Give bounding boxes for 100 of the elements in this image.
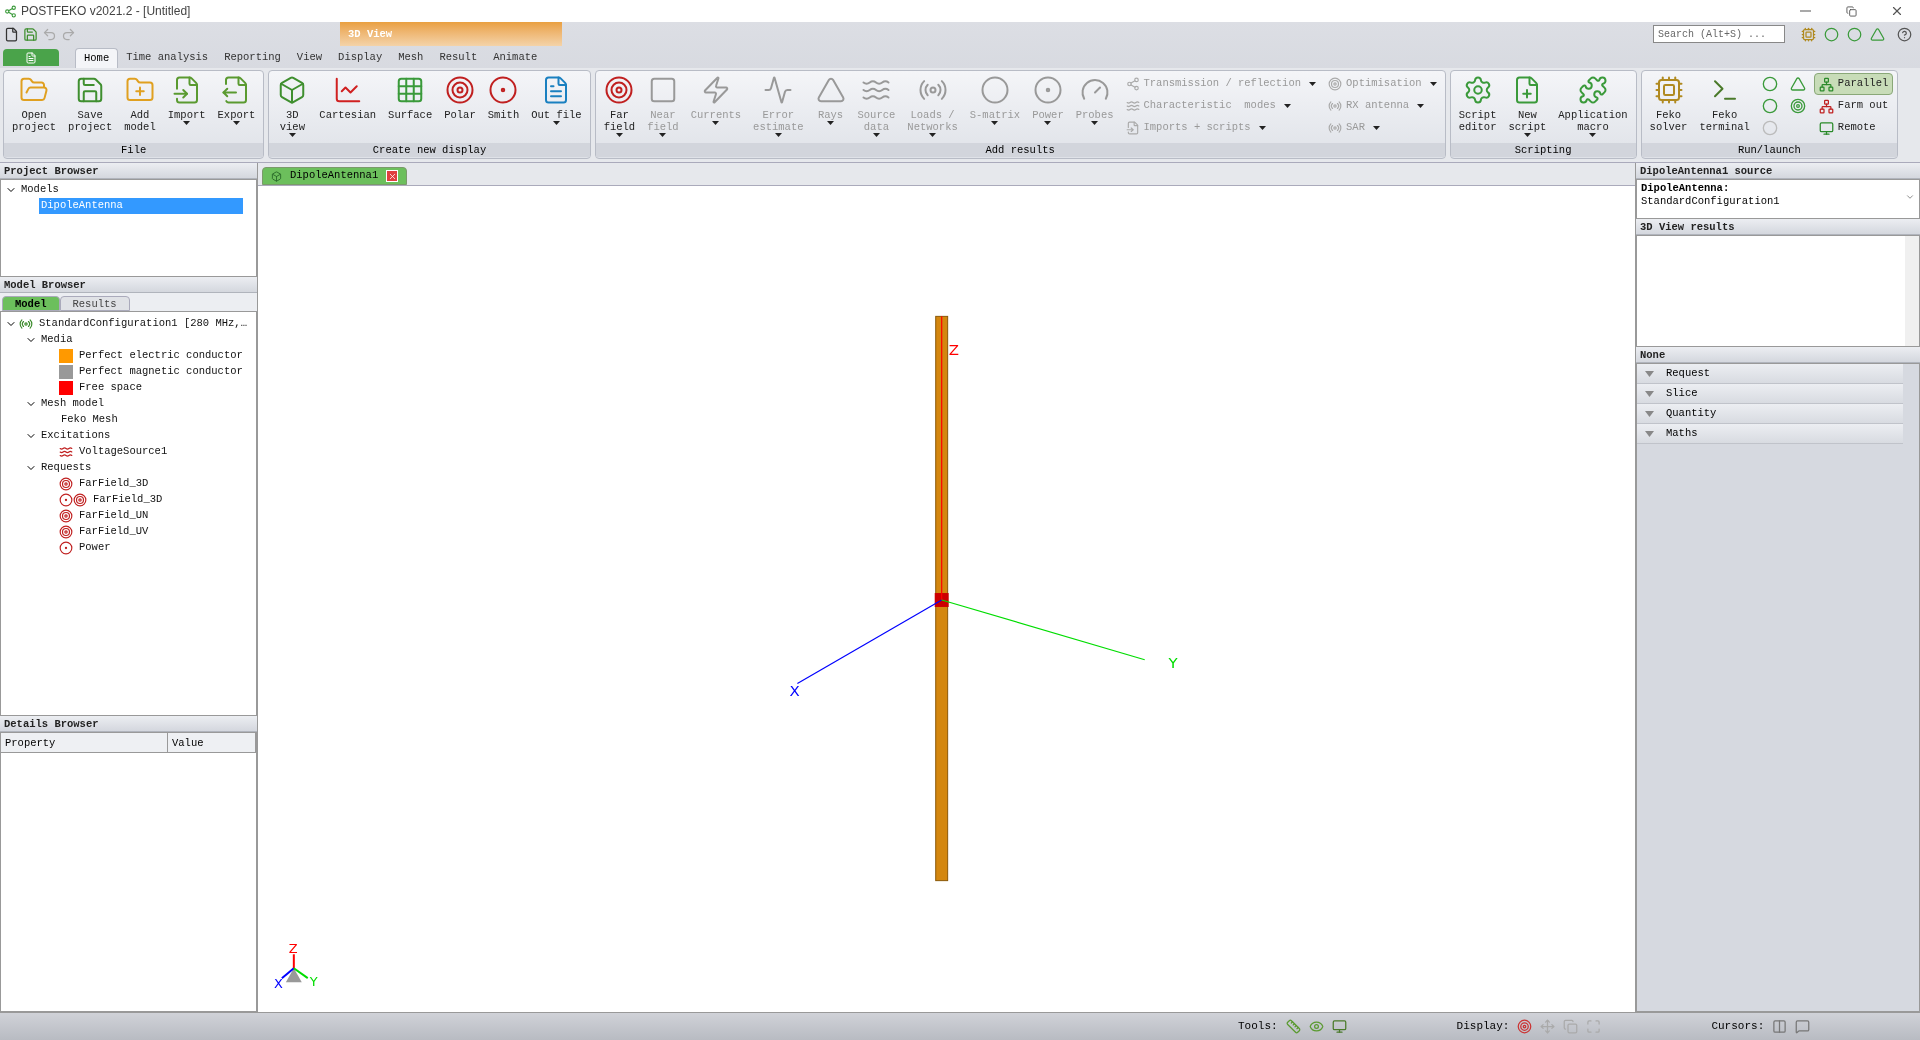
ribbon-tab[interactable]: Reporting — [216, 48, 289, 68]
power-icon — [59, 541, 73, 555]
ribbon-button[interactable]: 3D view — [273, 71, 312, 143]
ribbon-button[interactable]: Import — [163, 71, 210, 143]
tree-item[interactable]: FarField_UV — [77, 524, 151, 540]
tree-item[interactable]: Requests — [39, 460, 94, 476]
ribbon-button[interactable]: Add model — [120, 71, 160, 143]
ribbon-tab[interactable]: Result — [431, 48, 486, 68]
configuration-name: StandardConfiguration1 — [1641, 195, 1781, 208]
power-far-field-icon — [59, 493, 87, 507]
ribbon-button[interactable]: Export — [213, 71, 260, 143]
polar-icon — [444, 75, 475, 105]
dropdown-icon — [1905, 192, 1915, 202]
tree-item[interactable]: StandardConfiguration1 [280 MHz,… — [37, 316, 249, 332]
measure-icon[interactable] — [1285, 1019, 1301, 1034]
source-selector[interactable]: DipoleAntenna: StandardConfiguration1 — [1636, 179, 1920, 219]
tree-item[interactable]: Perfect magnetic conductor — [77, 364, 245, 380]
panel-tab[interactable]: Results — [59, 296, 130, 311]
tree-item[interactable]: Free space — [77, 380, 144, 396]
toggle-button[interactable]: Farm out — [1813, 95, 1894, 117]
rays-icon — [815, 75, 846, 105]
ribbon-tab[interactable]: Display — [330, 48, 391, 68]
status-label: Display: — [1456, 1019, 1510, 1035]
axis-label: X — [789, 681, 800, 700]
tree-item[interactable]: Media — [39, 332, 75, 348]
source-icon — [59, 445, 73, 459]
axis-triad-drawing — [280, 953, 309, 983]
app-menu-button[interactable] — [3, 49, 59, 66]
tree-item[interactable]: Perfect electric conductor — [77, 348, 245, 364]
caret-icon — [929, 133, 937, 137]
caret-icon — [1091, 121, 1099, 125]
minimize-icon — [1799, 10, 1811, 12]
ribbon-button[interactable]: Application macro — [1554, 71, 1632, 143]
cursor-icon[interactable] — [1772, 1019, 1788, 1034]
toggle-button[interactable]: Remote — [1813, 117, 1894, 139]
caret-icon — [1309, 82, 1317, 86]
ribbon-button[interactable]: New script — [1504, 71, 1551, 143]
close-icon[interactable] — [386, 170, 399, 182]
triad-label: X — [273, 976, 283, 992]
tree-item[interactable]: FarField_UN — [77, 508, 151, 524]
3d-viewport[interactable]: Z X Y Z X Y — [258, 185, 1635, 1012]
ribbon-button[interactable]: Smith — [483, 71, 524, 143]
column-header[interactable]: Value — [168, 733, 256, 752]
caret-icon — [1589, 133, 1597, 137]
configuration-icon — [19, 317, 33, 331]
ribbon-button[interactable]: Out file — [527, 71, 586, 143]
accordion-section[interactable]: Maths — [1637, 424, 1903, 444]
tree-item[interactable]: Feko Mesh — [59, 412, 120, 428]
puzzle-icon — [1577, 75, 1608, 105]
ribbon-button[interactable]: Polar — [440, 71, 480, 143]
caret-icon — [659, 133, 667, 137]
cube-icon — [271, 170, 282, 182]
ribbon-tab[interactable]: Animate — [485, 48, 546, 68]
redo-icon[interactable] — [61, 26, 76, 42]
column-header[interactable]: Property — [1, 733, 168, 752]
tree-item[interactable]: FarField_3D — [91, 492, 165, 508]
accordion-section[interactable]: Request — [1637, 364, 1903, 384]
undo-icon[interactable] — [42, 26, 57, 42]
ribbon-tab[interactable]: View — [288, 48, 331, 68]
panel-header: 3D View results — [1636, 219, 1920, 235]
caret-icon — [1417, 104, 1425, 108]
help-icon[interactable] — [1897, 26, 1912, 42]
triangle-icon — [1645, 390, 1654, 397]
scrollbar[interactable] — [1905, 236, 1919, 346]
target-icon — [1789, 98, 1806, 114]
move-icon[interactable] — [1540, 1019, 1556, 1034]
ribbon-button[interactable]: Script editor — [1454, 71, 1501, 143]
tree-item[interactable]: VoltageSource1 — [77, 444, 170, 460]
tree-item[interactable]: Power — [77, 540, 113, 556]
results-list[interactable] — [1636, 235, 1920, 347]
group-title: File — [4, 143, 264, 157]
accordion-section[interactable]: Slice — [1637, 384, 1903, 404]
copy-icon[interactable] — [1563, 1019, 1579, 1034]
tree-item[interactable]: Excitations — [39, 428, 113, 444]
ribbon-tab[interactable]: Home — [75, 48, 119, 68]
accordion-section[interactable]: Quantity — [1637, 404, 1903, 424]
ribbon-button[interactable]: Open project — [8, 71, 61, 143]
group-title: Run/launch — [1641, 143, 1898, 157]
comment-icon[interactable] — [1795, 1019, 1811, 1034]
ribbon-button[interactable]: Surface — [384, 71, 437, 143]
monitor-icon — [1818, 120, 1834, 136]
panel-header: Project Browser — [0, 163, 257, 179]
panel-tab[interactable]: Model — [2, 296, 60, 311]
search-field[interactable]: Search (Alt+S) ... — [1653, 25, 1785, 43]
group-title: Scripting — [1450, 143, 1636, 157]
new-file-icon[interactable] — [4, 26, 19, 42]
toggle-button[interactable]: Parallel — [1813, 73, 1894, 95]
ribbon-button[interactable]: Feko solver — [1645, 71, 1692, 143]
tree-item[interactable]: Models — [19, 182, 61, 198]
ribbon-button[interactable]: Feko terminal — [1695, 71, 1754, 143]
tree-item[interactable]: Mesh model — [39, 396, 106, 412]
ribbon-tab[interactable]: Time analysis — [118, 48, 217, 68]
ribbon-tab[interactable]: Mesh — [390, 48, 432, 68]
ribbon-button[interactable]: Far field — [599, 71, 640, 143]
caret-icon — [1429, 82, 1437, 86]
tree-item[interactable]: FarField_3D — [77, 476, 151, 492]
document-tab[interactable]: DipoleAntenna1 — [262, 167, 408, 185]
display-icon[interactable] — [1517, 1019, 1533, 1034]
ribbon-button[interactable]: Save project — [64, 71, 117, 143]
ribbon-button[interactable]: Cartesian — [315, 71, 381, 143]
